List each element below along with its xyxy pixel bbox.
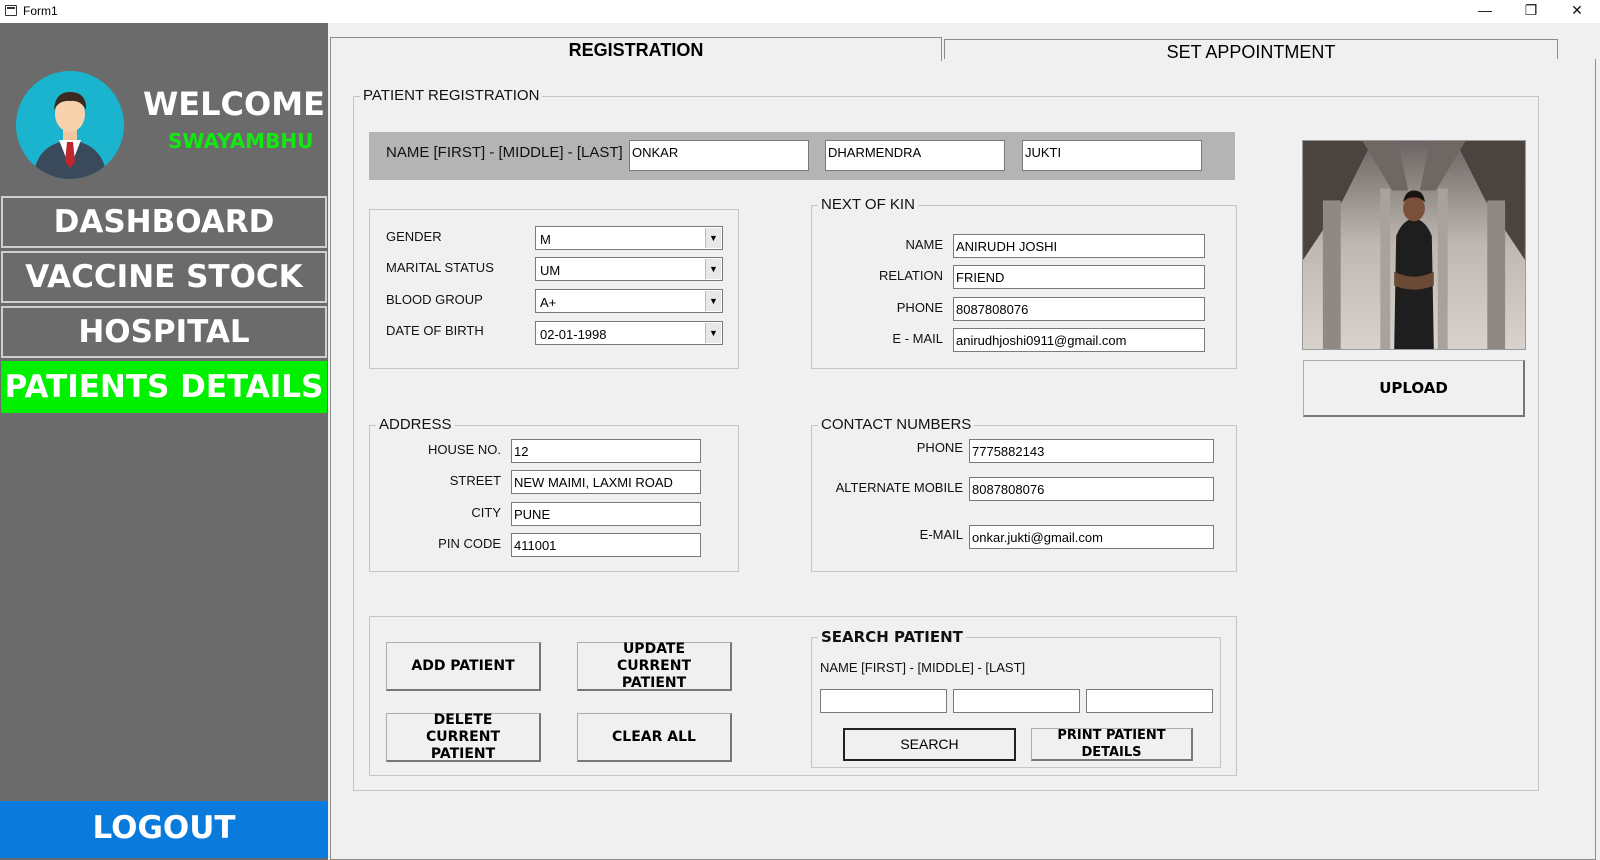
kin-relation-input[interactable]: FRIEND bbox=[953, 265, 1205, 289]
name-label: NAME [FIRST] - [MIDDLE] - [LAST] bbox=[386, 144, 623, 161]
sidebar: WELCOME SWAYAMBHU DASHBOARD VACCINE STOC… bbox=[0, 23, 328, 860]
street-input[interactable]: NEW MAIMI, LAXMI ROAD bbox=[511, 470, 701, 494]
city-label: CITY bbox=[471, 505, 501, 520]
first-name-input[interactable]: ONKAR bbox=[629, 140, 809, 171]
chevron-down-icon: ▼ bbox=[705, 291, 721, 311]
alternate-mobile-label: ALTERNATE MOBILE bbox=[835, 480, 963, 495]
search-first-input[interactable] bbox=[820, 689, 947, 713]
window-titlebar: Form1 — ❐ ✕ bbox=[0, 0, 1600, 23]
welcome-text: WELCOME bbox=[143, 85, 325, 123]
kin-name-input[interactable]: ANIRUDH JOSHI bbox=[953, 234, 1205, 258]
marital-status-select[interactable]: UM ▼ bbox=[535, 257, 723, 281]
search-patient-title: SEARCH PATIENT bbox=[818, 628, 966, 646]
delete-patient-button[interactable]: DELETE CURRENT PATIENT bbox=[386, 712, 541, 762]
house-no-label: HOUSE NO. bbox=[428, 442, 501, 457]
window-title: Form1 bbox=[23, 4, 58, 18]
search-button[interactable]: SEARCH bbox=[843, 728, 1016, 761]
gender-label: GENDER bbox=[386, 229, 442, 244]
blood-group-select[interactable]: A+ ▼ bbox=[535, 289, 723, 313]
maximize-button[interactable]: ❐ bbox=[1508, 0, 1554, 23]
pin-code-label: PIN CODE bbox=[438, 536, 501, 551]
kin-phone-label: PHONE bbox=[896, 300, 943, 315]
marital-status-label: MARITAL STATUS bbox=[386, 260, 494, 275]
username-label: SWAYAMBHU bbox=[168, 129, 314, 153]
search-middle-input[interactable] bbox=[953, 689, 1080, 713]
dob-label: DATE OF BIRTH bbox=[386, 323, 484, 338]
close-button[interactable]: ✕ bbox=[1554, 0, 1600, 23]
upload-button[interactable]: UPLOAD bbox=[1303, 360, 1525, 417]
contact-phone-label: PHONE bbox=[916, 440, 963, 455]
tab-registration[interactable]: REGISTRATION bbox=[330, 37, 942, 61]
marital-status-value: UM bbox=[540, 263, 561, 278]
nav-hospital-button[interactable]: HOSPITAL bbox=[1, 306, 327, 358]
kin-email-label: E - MAIL bbox=[892, 331, 943, 346]
kin-name-label: NAME bbox=[905, 237, 943, 252]
app-icon bbox=[5, 5, 17, 16]
print-patient-details-button[interactable]: PRINT PATIENT DETAILS bbox=[1031, 728, 1193, 761]
kin-phone-input[interactable]: 8087808076 bbox=[953, 297, 1205, 321]
city-input[interactable]: PUNE bbox=[511, 502, 701, 526]
patient-registration-title: PATIENT REGISTRATION bbox=[360, 87, 543, 104]
address-title: ADDRESS bbox=[376, 416, 455, 433]
last-name-input[interactable]: JUKTI bbox=[1022, 140, 1202, 171]
minimize-button[interactable]: — bbox=[1462, 0, 1508, 23]
contact-email-input[interactable]: onkar.jukti@gmail.com bbox=[969, 525, 1214, 549]
user-avatar-icon bbox=[16, 71, 124, 179]
chevron-down-icon: ▼ bbox=[705, 259, 721, 279]
search-name-label: NAME [FIRST] - [MIDDLE] - [LAST] bbox=[820, 660, 1026, 675]
gender-value: M bbox=[540, 232, 551, 247]
chevron-down-icon: ▼ bbox=[705, 228, 721, 248]
pin-code-input[interactable]: 411001 bbox=[511, 533, 701, 557]
kin-relation-label: RELATION bbox=[878, 268, 943, 283]
update-patient-button[interactable]: UPDATE CURRENT PATIENT bbox=[577, 641, 732, 691]
street-label: STREET bbox=[449, 473, 501, 488]
add-patient-button[interactable]: ADD PATIENT bbox=[386, 642, 541, 691]
next-of-kin-title: NEXT OF KIN bbox=[818, 196, 918, 213]
logout-button[interactable]: LOGOUT bbox=[0, 801, 328, 858]
contact-email-label: E-MAIL bbox=[919, 527, 963, 542]
chevron-down-icon: ▼ bbox=[705, 323, 721, 343]
contact-numbers-title: CONTACT NUMBERS bbox=[818, 416, 975, 433]
nav-vaccine-stock-button[interactable]: VACCINE STOCK bbox=[1, 251, 327, 303]
contact-phone-input[interactable]: 7775882143 bbox=[969, 439, 1214, 463]
clear-all-button[interactable]: CLEAR ALL bbox=[577, 713, 732, 762]
house-no-input[interactable]: 12 bbox=[511, 439, 701, 463]
blood-group-label: BLOOD GROUP bbox=[386, 292, 483, 307]
alternate-mobile-input[interactable]: 8087808076 bbox=[969, 477, 1214, 501]
dob-value: 02-01-1998 bbox=[540, 327, 607, 342]
middle-name-input[interactable]: DHARMENDRA bbox=[825, 140, 1005, 171]
blood-group-value: A+ bbox=[540, 295, 557, 310]
gender-select[interactable]: M ▼ bbox=[535, 226, 723, 250]
dob-picker[interactable]: 02-01-1998 ▼ bbox=[535, 321, 723, 345]
search-last-input[interactable] bbox=[1086, 689, 1213, 713]
patient-photo bbox=[1302, 140, 1526, 350]
nav-dashboard-button[interactable]: DASHBOARD bbox=[1, 196, 327, 248]
nav-patients-details-button[interactable]: PATIENTS DETAILS bbox=[1, 361, 327, 413]
kin-email-input[interactable]: anirudhjoshi0911@gmail.com bbox=[953, 328, 1205, 352]
